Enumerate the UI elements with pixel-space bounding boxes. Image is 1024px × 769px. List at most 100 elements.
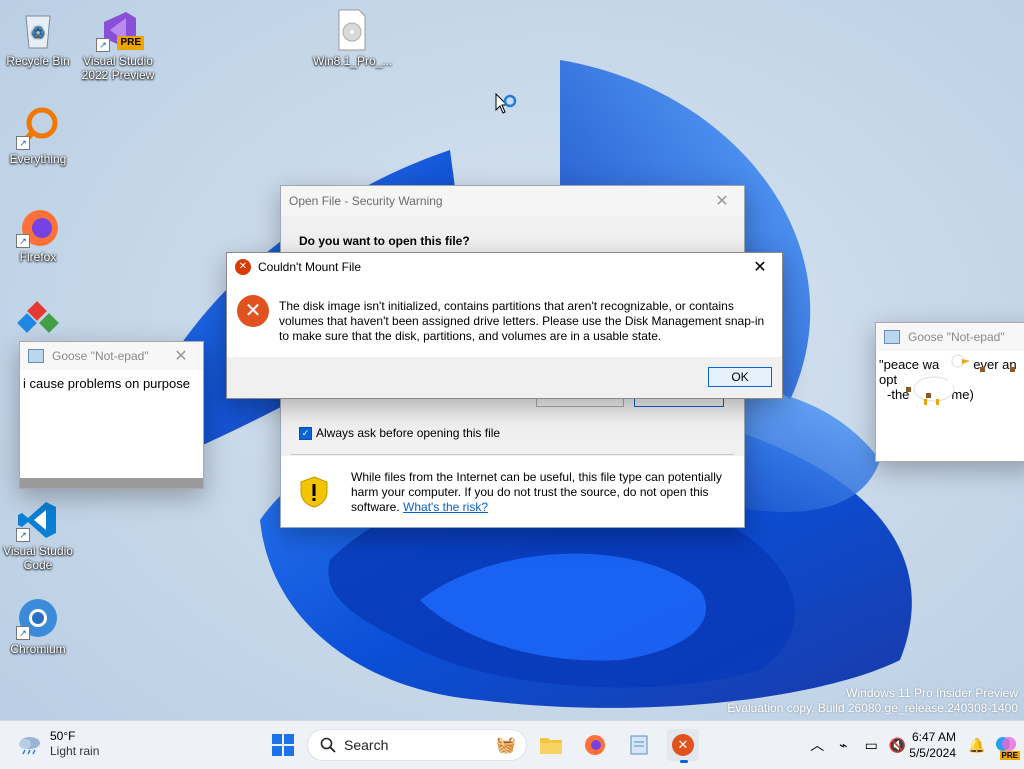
firefox-item[interactable]: ↗ Firefox [0,204,76,264]
preview-badge: PRE [117,36,144,50]
shortcut-arrow-icon: ↗ [16,528,30,542]
notepad-icon [884,330,900,344]
security-warning-close-button[interactable]: ✕ [708,189,736,213]
warning-text: While files from the Internet can be use… [351,470,731,515]
goose-notepad-title: Goose "Not-epad" [908,330,1005,344]
iso-file-item[interactable]: Win8.1_Pro_... [313,8,393,68]
mud-footprint-icon [1010,367,1015,372]
recycle-bin-icon: ♻ [16,8,60,52]
clock-date: 5/5/2024 [909,746,956,760]
mud-footprint-icon [980,367,985,372]
always-ask-row[interactable]: ✓ Always ask before opening this file [299,426,500,440]
shortcut-arrow-icon: ↗ [96,38,110,52]
error-body: ✕ The disk image isn't initialized, cont… [227,281,782,357]
couldnt-mount-file-dialog: ✕ Couldn't Mount File ✕ ✕ The disk image… [226,252,783,399]
mud-footprint-icon [906,387,911,392]
ok-button[interactable]: OK [708,367,772,387]
weather-condition: Light rain [50,744,100,758]
folder-icon [540,738,562,754]
windows-watermark: Windows 11 Pro Insider Preview Evaluatio… [727,686,1018,716]
goose-notepad-title: Goose "Not-epad" [52,349,149,363]
error-titlebar[interactable]: ✕ Couldn't Mount File ✕ [227,253,782,281]
volume-muted-icon[interactable]: 🔇 [885,737,909,754]
chromium-item[interactable]: ↗ Chromium [0,596,76,656]
error-footer: OK [227,357,782,398]
vscode-icon: ↗ [16,498,60,542]
svg-text:♻: ♻ [31,25,45,42]
clock-time: 6:47 AM [911,730,956,744]
error-small-icon: ✕ [235,259,251,275]
chromium-label: Chromium [10,642,66,656]
search-highlight-icon: 🧺 [496,737,516,754]
taskbar-search-box[interactable]: Search 🧺 [307,729,527,761]
firefox-taskbar-button[interactable] [579,729,611,761]
goose-note-scrollbar[interactable] [20,478,203,488]
notepad-taskbar-button[interactable] [623,729,655,761]
windows-logo-icon [272,734,294,756]
vscode-label: Visual Studio Code [3,544,73,572]
visual-studio-label: Visual Studio 2022 Preview [81,54,155,82]
network-icon[interactable]: ⌁ [829,737,857,754]
notepad-icon [630,735,648,755]
goose-note-text[interactable]: i cause problems on purpose [23,376,190,391]
firefox-icon [585,735,605,755]
goose-notepad-right: Goose "Not-epad" "peace wa ever an opt -t… [875,322,1024,462]
error-dialog-taskbar-button[interactable]: ✕ [667,729,699,763]
vscode-item[interactable]: ↗ Visual Studio Code [0,498,76,572]
colorful-app-icon [16,300,60,344]
disc-image-icon [329,8,373,52]
firefox-label: Firefox [19,250,57,264]
active-indicator [680,760,688,763]
whats-the-risk-link[interactable]: What's the risk? [403,500,488,514]
everything-label: Everything [9,152,67,166]
copilot-icon[interactable]: PRE [988,733,1024,760]
everything-magnifier-icon: ↗ [16,106,60,150]
shortcut-arrow-icon: ↗ [16,136,30,150]
copilot-pre-badge: PRE [999,750,1020,760]
security-warning-titlebar[interactable]: Open File - Security Warning ✕ [281,186,744,216]
recycle-bin-icon-item[interactable]: ♻ Recycle Bin [0,8,76,68]
weather-temperature: 50°F [50,729,76,743]
always-ask-checkbox[interactable]: ✓ [299,426,312,440]
chevron-up-icon[interactable]: ︿ [805,735,829,755]
everything-item[interactable]: ↗ Everything [0,106,76,166]
recycle-bin-label: Recycle Bin [6,54,70,68]
busy-cursor-icon [495,93,517,114]
partial-app-item[interactable] [0,300,76,346]
visual-studio-2022-preview-item[interactable]: PRE ↗ Visual Studio 2022 Preview [80,8,156,82]
warning-area: While files from the Internet can be use… [281,456,744,527]
goose-icon[interactable] [902,347,972,407]
notification-bell-icon[interactable]: 🔔 [966,737,988,754]
display-icon[interactable]: ▭ [857,737,885,754]
notepad-icon [28,349,44,363]
goose-notepad-left: Goose "Not-epad" ✕ i cause problems on p… [19,341,204,489]
always-ask-label: Always ask before opening this file [316,426,501,440]
shield-warning-icon [300,476,328,508]
divider [291,454,734,455]
search-icon [320,737,336,753]
system-tray: ︿ ⌁ ▭ 🔇 6:47 AM 5/5/2024 🔔 PRE [805,721,1024,769]
error-close-button[interactable]: ✕ [746,255,774,279]
error-message: The disk image isn't initialized, contai… [279,299,765,343]
watermark-edition: Windows 11 Pro Insider Preview [846,686,1018,700]
chromium-icon: ↗ [16,596,60,640]
shortcut-arrow-icon: ↗ [16,234,30,248]
watermark-build: Evaluation copy. Build 26080.ge_release.… [727,701,1018,715]
mud-footprint-icon [926,393,931,398]
weather-widget[interactable]: 50°F Light rain [16,729,99,758]
goose-notepad-titlebar[interactable]: Goose "Not-epad" ✕ [20,342,203,370]
error-icon: ✕ [237,295,269,327]
firefox-icon: ↗ [16,204,60,248]
error-icon: ✕ [672,734,694,756]
iso-file-label: Win8.1_Pro_... [313,54,393,68]
visual-studio-icon: PRE ↗ [96,8,144,52]
clock[interactable]: 6:47 AM 5/5/2024 [909,729,956,761]
file-explorer-button[interactable] [535,729,567,761]
error-title: Couldn't Mount File [258,260,362,274]
security-warning-title: Open File - Security Warning [289,194,443,208]
shortcut-arrow-icon: ↗ [16,626,30,640]
search-label: Search [344,737,389,753]
goose-notepad-close-button[interactable]: ✕ [167,344,195,368]
security-question: Do you want to open this file? [299,234,470,248]
start-button[interactable] [267,729,299,761]
